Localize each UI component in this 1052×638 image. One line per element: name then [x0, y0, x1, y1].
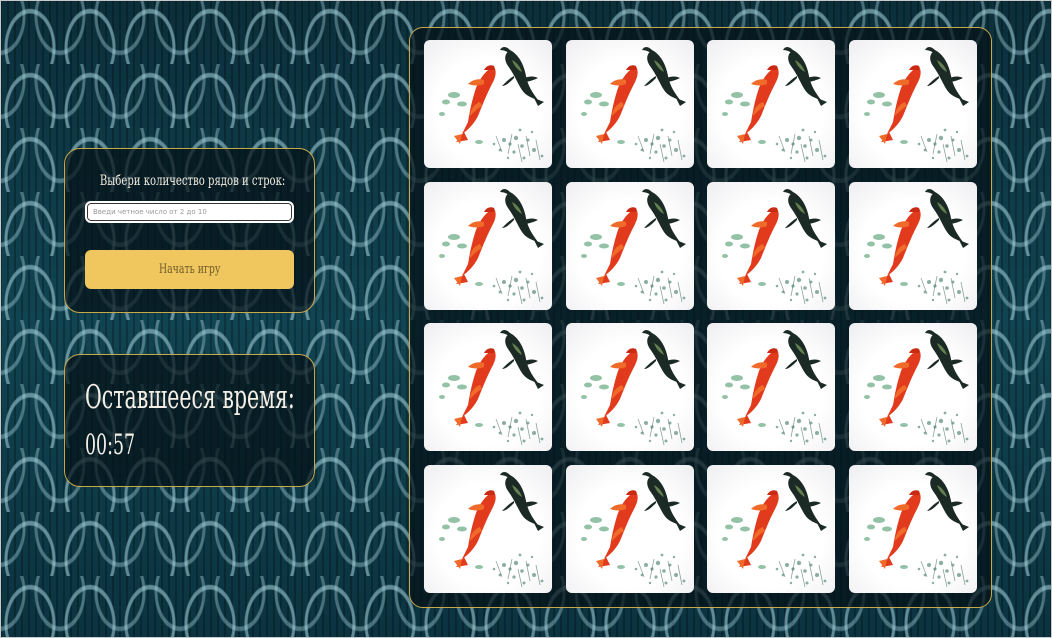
- memory-card[interactable]: [565, 40, 694, 168]
- memory-card[interactable]: [424, 40, 552, 168]
- koi-fish-image: [722, 330, 827, 446]
- settings-panel: Выбери количество рядов и строк: Начать …: [64, 148, 315, 313]
- memory-card[interactable]: [424, 181, 552, 310]
- memory-card[interactable]: [707, 323, 835, 451]
- koi-fish-image: [580, 188, 686, 304]
- timer-value: 00:57: [85, 428, 136, 461]
- memory-card[interactable]: [707, 181, 835, 310]
- memory-card[interactable]: [565, 323, 694, 451]
- memory-card[interactable]: [848, 40, 977, 168]
- memory-card[interactable]: [424, 323, 552, 451]
- koi-fish-image: [439, 330, 544, 446]
- koi-fish-image: [863, 47, 969, 163]
- timer-panel: Оставшееся время: 00:57: [64, 354, 315, 487]
- memory-card[interactable]: [848, 181, 977, 310]
- koi-fish-image: [722, 47, 827, 163]
- grid-size-label: Выбери количество рядов и строк:: [99, 173, 286, 189]
- koi-fish-image: [863, 471, 969, 587]
- koi-fish-image: [439, 471, 544, 587]
- koi-fish-image: [439, 188, 544, 304]
- memory-card[interactable]: [424, 464, 552, 593]
- memory-card[interactable]: [565, 181, 694, 310]
- koi-fish-image: [439, 47, 544, 163]
- game-board: [409, 27, 992, 608]
- memory-card[interactable]: [707, 40, 835, 168]
- timer-title: Оставшееся время:: [85, 377, 295, 416]
- memory-card[interactable]: [707, 464, 835, 593]
- koi-fish-image: [863, 188, 969, 304]
- start-game-label: Начать игру: [158, 262, 221, 277]
- card-grid: [424, 40, 977, 593]
- koi-fish-image: [580, 47, 686, 163]
- grid-size-input[interactable]: [85, 201, 294, 223]
- memory-card[interactable]: [565, 464, 694, 593]
- koi-fish-image: [580, 330, 686, 446]
- koi-fish-image: [722, 471, 827, 587]
- koi-fish-image: [863, 330, 969, 446]
- start-game-button[interactable]: Начать игру: [85, 250, 294, 289]
- koi-fish-image: [580, 471, 686, 587]
- koi-fish-image: [722, 188, 827, 304]
- memory-card[interactable]: [848, 323, 977, 451]
- memory-card[interactable]: [848, 464, 977, 593]
